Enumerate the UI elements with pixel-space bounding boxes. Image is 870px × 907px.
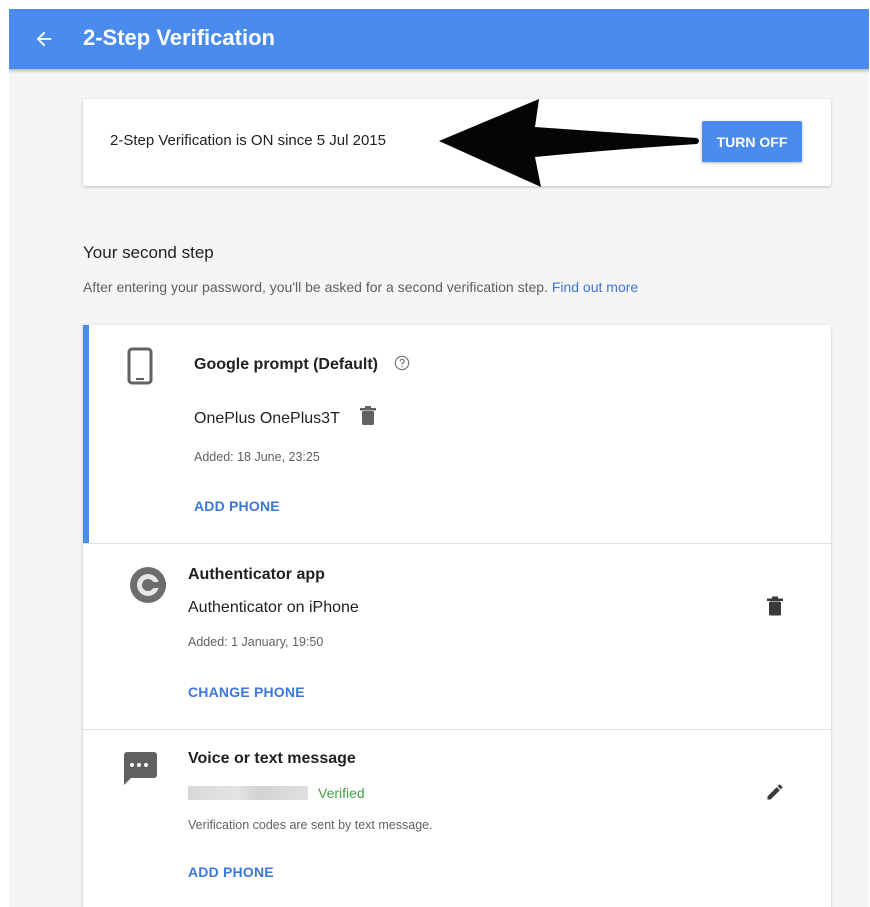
method-title: Authenticator app xyxy=(188,566,325,583)
add-phone-button[interactable]: ADD PHONE xyxy=(188,864,274,880)
page-title: 2-Step Verification xyxy=(83,25,275,50)
device-row: OnePlus OnePlus3T xyxy=(194,406,377,428)
second-step-title: Your second step xyxy=(83,243,214,262)
added-date: Added: 18 June, 23:25 xyxy=(194,450,320,464)
method-authenticator: Authenticator app Authenticator on iPhon… xyxy=(83,543,831,729)
methods-card: Google prompt (Default) OnePlus OnePlus3… xyxy=(83,325,831,907)
phone-icon xyxy=(127,347,153,385)
add-phone-button[interactable]: ADD PHONE xyxy=(194,498,280,514)
message-icon xyxy=(124,752,157,785)
page-frame: 2-Step Verification 2-Step Verification … xyxy=(9,9,869,907)
device-name: Authenticator on iPhone xyxy=(188,599,359,616)
trash-icon[interactable] xyxy=(767,596,783,616)
find-out-more-link[interactable]: Find out more xyxy=(552,279,638,295)
app-bar: 2-Step Verification xyxy=(9,9,869,69)
status-card: 2-Step Verification is ON since 5 Jul 20… xyxy=(83,99,831,186)
second-step-description: After entering your password, you'll be … xyxy=(83,279,638,295)
authenticator-icon xyxy=(130,567,166,603)
method-title: Google prompt (Default) xyxy=(194,355,410,374)
description-text: After entering your password, you'll be … xyxy=(83,279,548,295)
verification-note: Verification codes are sent by text mess… xyxy=(188,818,433,832)
method-voice-text: Voice or text message Verified Verificat… xyxy=(83,729,831,907)
change-phone-button[interactable]: CHANGE PHONE xyxy=(188,684,305,700)
trash-icon[interactable] xyxy=(360,406,377,425)
status-text: 2-Step Verification is ON since 5 Jul 20… xyxy=(110,132,386,149)
method-google-prompt: Google prompt (Default) OnePlus OnePlus3… xyxy=(83,325,831,543)
arrow-back-icon[interactable] xyxy=(33,28,55,50)
turn-off-button[interactable]: TURN OFF xyxy=(702,121,802,162)
help-icon[interactable] xyxy=(394,355,410,371)
method-title: Voice or text message xyxy=(188,750,356,767)
device-name: OnePlus OnePlus3T xyxy=(194,410,340,427)
edit-pencil-icon[interactable] xyxy=(765,782,785,802)
method-title-text: Google prompt (Default) xyxy=(194,356,378,373)
redacted-phone-number xyxy=(188,786,308,800)
verified-status: Verified xyxy=(318,785,365,801)
added-date: Added: 1 January, 19:50 xyxy=(188,635,324,649)
